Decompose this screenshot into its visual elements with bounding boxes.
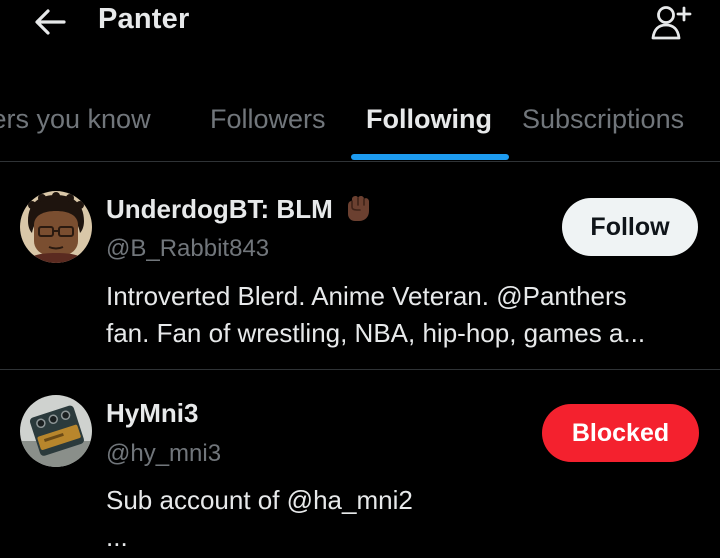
tab-following[interactable]: Following — [366, 104, 492, 135]
user-bio: Introverted Blerd. Anime Veteran. @Panth… — [106, 278, 706, 352]
active-tab-indicator — [351, 154, 509, 160]
tab-subscriptions[interactable]: Subscriptions — [522, 104, 684, 135]
page-title: Panter — [98, 3, 190, 35]
user-handle: @B_Rabbit843 — [106, 235, 270, 262]
display-name[interactable]: HyMni3 — [106, 398, 198, 429]
tab-followers-you-know[interactable]: wers you know — [0, 104, 151, 135]
person-add-icon — [651, 6, 692, 40]
tab-bar: wers you know Followers Following Subscr… — [0, 92, 720, 162]
user-list-item[interactable]: HyMni3 @hy_mni3 Sub account of @ha_mni2 … — [0, 371, 720, 558]
display-name[interactable]: UnderdogBT: BLM — [106, 193, 373, 225]
bio-line: ... — [106, 522, 128, 552]
user-bio: Sub account of @ha_mni2 ... — [106, 482, 706, 556]
display-name-text: UnderdogBT: BLM — [106, 193, 333, 224]
tab-followers[interactable]: Followers — [210, 104, 326, 135]
bio-line: Introverted Blerd. Anime Veteran. @Panth… — [106, 281, 627, 311]
arrow-left-icon — [35, 9, 66, 35]
blocked-button[interactable]: Blocked — [542, 404, 699, 462]
back-button[interactable] — [28, 4, 72, 40]
follow-button[interactable]: Follow — [562, 198, 698, 256]
user-list-item[interactable]: UnderdogBT: BLM @B_Rabbit843 Introverted… — [0, 163, 720, 370]
bio-line: Sub account of @ha_mni2 — [106, 485, 413, 515]
top-bar: Panter — [0, 0, 720, 50]
avatar[interactable] — [20, 395, 92, 467]
avatar[interactable] — [20, 191, 92, 263]
bio-line: fan. Fan of wrestling, NBA, hip-hop, gam… — [106, 318, 646, 348]
display-name-text: HyMni3 — [106, 398, 199, 428]
user-handle: @hy_mni3 — [106, 440, 222, 467]
raised-fist-icon — [347, 196, 369, 221]
add-user-button[interactable] — [646, 0, 698, 44]
